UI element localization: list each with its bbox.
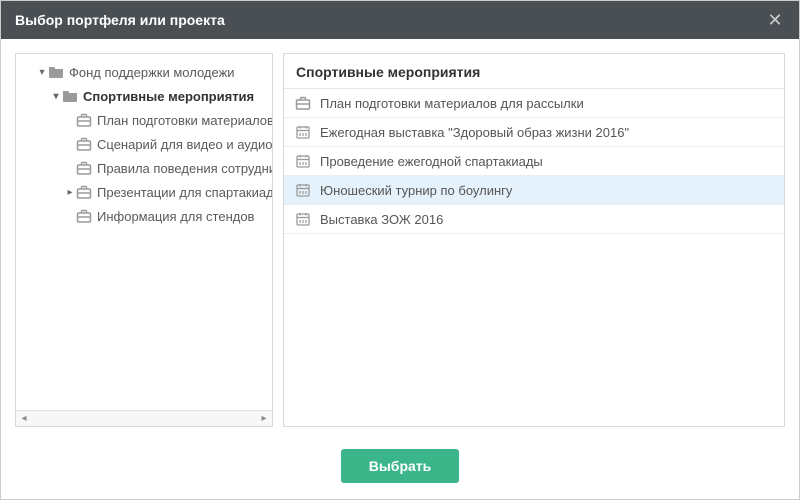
tree-toggle-icon[interactable]: ▸ xyxy=(64,187,76,198)
titlebar: Выбор портфеля или проекта ✕ xyxy=(1,1,799,39)
tree-node[interactable]: Сценарий для видео и аудиороликов xyxy=(16,132,272,156)
scroll-right-icon[interactable]: ▸ xyxy=(256,411,272,427)
dialog-footer: Выбрать xyxy=(1,439,799,499)
tree-node[interactable]: ▾ Фонд поддержки молодежи xyxy=(16,60,272,84)
folder-icon xyxy=(48,64,64,80)
briefcase-icon xyxy=(76,112,92,128)
list-item[interactable]: Выставка ЗОЖ 2016 xyxy=(284,205,784,234)
calendar-icon xyxy=(294,181,312,199)
calendar-icon xyxy=(294,152,312,170)
calendar-icon xyxy=(294,210,312,228)
tree-toggle-icon[interactable]: ▾ xyxy=(50,91,62,102)
calendar-icon xyxy=(294,123,312,141)
select-button[interactable]: Выбрать xyxy=(341,449,460,483)
list-item[interactable]: Юношеский турнир по боулингу xyxy=(284,176,784,205)
tree-node-label: Информация для стендов xyxy=(97,209,254,224)
tree-node-label: Правила поведения сотрудников xyxy=(97,161,272,176)
scroll-left-icon[interactable]: ◂ xyxy=(16,411,32,427)
list-item-label: План подготовки материалов для рассылки xyxy=(320,96,584,111)
tree-toggle-icon[interactable]: ▾ xyxy=(36,67,48,78)
tree-node-label: Спортивные мероприятия xyxy=(83,89,254,104)
list-item[interactable]: Проведение ежегодной спартакиады xyxy=(284,147,784,176)
tree-node[interactable]: Правила поведения сотрудников xyxy=(16,156,272,180)
tree-node[interactable]: Информация для стендов xyxy=(16,204,272,228)
tree-node-label: Фонд поддержки молодежи xyxy=(69,65,235,80)
tree-node[interactable]: ▾ Спортивные мероприятия xyxy=(16,84,272,108)
tree-node-label: Сценарий для видео и аудиороликов xyxy=(97,137,272,152)
tree-panel: ▾ Фонд поддержки молодежи ▾ Спортивные меро… xyxy=(15,53,273,427)
list-item[interactable]: План подготовки материалов для рассылки xyxy=(284,89,784,118)
list-item-label: Юношеский турнир по боулингу xyxy=(320,183,512,198)
list-panel: Спортивные мероприятия План подготовки м… xyxy=(283,53,785,427)
briefcase-icon xyxy=(76,184,92,200)
dialog-title: Выбор портфеля или проекта xyxy=(15,12,765,28)
briefcase-icon xyxy=(294,94,312,112)
close-icon[interactable]: ✕ xyxy=(765,10,785,30)
tree[interactable]: ▾ Фонд поддержки молодежи ▾ Спортивные меро… xyxy=(16,54,272,410)
briefcase-icon xyxy=(76,208,92,224)
list[interactable]: План подготовки материалов для рассылки Е… xyxy=(284,89,784,426)
briefcase-icon xyxy=(76,160,92,176)
list-item-label: Проведение ежегодной спартакиады xyxy=(320,154,543,169)
tree-node[interactable]: ▸ Презентации для спартакиады xyxy=(16,180,272,204)
folder-icon xyxy=(62,88,78,104)
list-item[interactable]: Ежегодная выставка "Здоровый образ жизни… xyxy=(284,118,784,147)
tree-node-label: Презентации для спартакиады xyxy=(97,185,272,200)
tree-node-label: План подготовки материалов для рассылки xyxy=(97,113,272,128)
dialog-body: ▾ Фонд поддержки молодежи ▾ Спортивные меро… xyxy=(1,39,799,439)
scroll-track[interactable] xyxy=(32,413,256,425)
list-item-label: Выставка ЗОЖ 2016 xyxy=(320,212,443,227)
tree-node[interactable]: План подготовки материалов для рассылки xyxy=(16,108,272,132)
list-item-label: Ежегодная выставка "Здоровый образ жизни… xyxy=(320,125,629,140)
dialog: Выбор портфеля или проекта ✕ ▾ Фонд подде… xyxy=(0,0,800,500)
briefcase-icon xyxy=(76,136,92,152)
horizontal-scrollbar[interactable]: ◂ ▸ xyxy=(16,410,272,426)
list-header: Спортивные мероприятия xyxy=(284,54,784,89)
